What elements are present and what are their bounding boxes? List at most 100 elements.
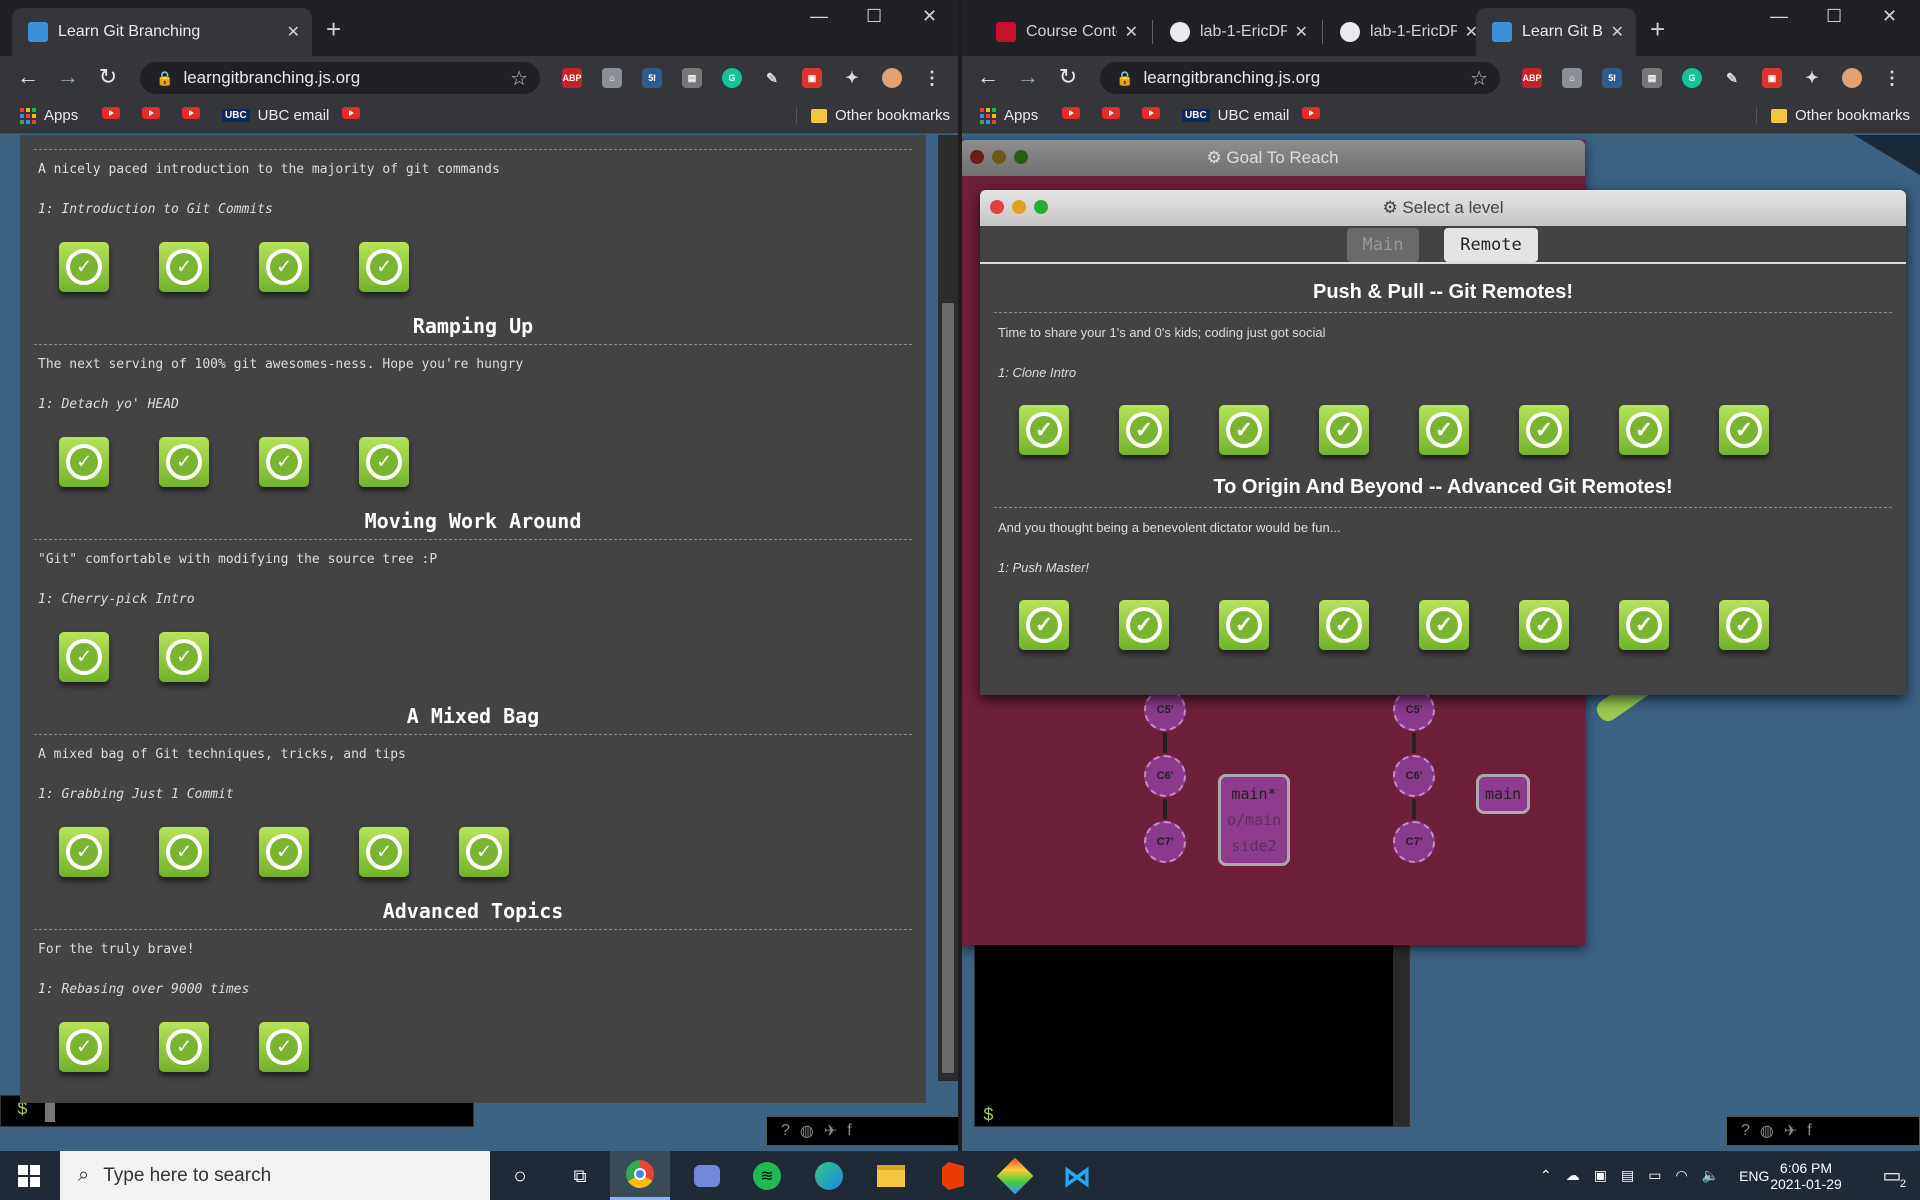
address-bar[interactable]: 🔒 learngitbranching.js.org ☆ [1100,62,1500,94]
level-button[interactable]: ✓ [459,827,509,877]
chrome-taskbar-icon[interactable] [610,1151,670,1200]
youtube-bookmark-icon[interactable] [342,107,360,119]
scrollbar[interactable] [938,135,958,1081]
level-button[interactable]: ✓ [359,437,409,487]
office-icon[interactable] [936,1159,970,1193]
extension-icon[interactable]: ▣ [802,68,822,88]
forward-arrow-icon[interactable]: → [54,64,82,90]
extension-icon[interactable]: 5I [642,68,662,88]
minimize-dot-icon[interactable] [1012,200,1026,214]
level-button[interactable]: ✓ [159,1022,209,1072]
level-button[interactable]: ✓ [1119,600,1169,650]
discord-icon[interactable] [690,1159,724,1193]
back-arrow-icon[interactable]: ← [14,64,42,90]
help-icon[interactable]: ? [1741,1122,1750,1140]
twitter-icon[interactable]: ✈ [824,1121,837,1141]
bookmark-apps[interactable]: Apps [20,107,78,124]
maximize-icon[interactable]: ☐ [866,6,882,27]
level-button[interactable]: ✓ [1319,405,1369,455]
level-button[interactable]: ✓ [1519,405,1569,455]
menu-kebab-icon[interactable]: ⋮ [1882,68,1902,88]
tab-remote[interactable]: Remote [1444,228,1538,262]
level-button[interactable]: ✓ [1319,600,1369,650]
extension-icon[interactable]: ⌂ [1562,68,1582,88]
wifi-icon[interactable]: ◠ [1675,1167,1687,1184]
select-level-titlebar[interactable]: ⚙ Select a level [980,190,1906,226]
minimize-icon[interactable]: — [810,6,828,27]
facebook-icon[interactable]: f [1807,1122,1811,1140]
close-window-icon[interactable]: ✕ [1882,6,1897,27]
level-button[interactable]: ✓ [159,827,209,877]
volume-icon[interactable]: 🔈 [1702,1167,1719,1184]
level-button[interactable]: ✓ [1219,600,1269,650]
edge-icon[interactable] [812,1159,846,1193]
twitter-icon[interactable]: ✈ [1784,1121,1797,1141]
menu-kebab-icon[interactable]: ⋮ [922,68,942,88]
close-tab-icon[interactable]: ✕ [1611,22,1624,42]
reload-icon[interactable]: ↻ [1054,64,1082,90]
level-button[interactable]: ✓ [159,242,209,292]
maximize-icon[interactable]: ☐ [1826,6,1842,27]
new-tab-button[interactable]: + [326,14,341,45]
bookmark-ubc-email[interactable]: UBC UBC email [1182,107,1289,124]
extension-icon[interactable]: ▣ [1762,68,1782,88]
facebook-icon[interactable]: f [847,1122,851,1140]
avatar[interactable] [882,68,902,88]
tab-learn-git-branching[interactable]: Learn Git Branching ✕ [12,8,312,56]
tab-learn-git-branching[interactable]: Learn Git Bra ✕ [1476,8,1636,56]
puzzle-icon[interactable]: ✦ [842,68,862,88]
level-button[interactable]: ✓ [1019,600,1069,650]
bookmark-star-icon[interactable]: ☆ [510,66,528,91]
youtube-bookmark-icon[interactable] [102,107,120,119]
puzzle-icon[interactable]: ✦ [1802,68,1822,88]
avatar[interactable] [1842,68,1862,88]
tab-github-lab1[interactable]: lab-1-EricDPa ✕ [1324,8,1490,56]
new-tab-button[interactable]: + [1650,14,1665,45]
level-button[interactable]: ✓ [59,827,109,877]
close-window-icon[interactable]: ✕ [922,6,937,27]
level-button[interactable]: ✓ [1619,600,1669,650]
taskbar-search-input[interactable]: ⌕ Type here to search [60,1151,490,1200]
tab-github-lab1[interactable]: lab-1-EricDPa ✕ [1154,8,1320,56]
level-button[interactable]: ✓ [1419,405,1469,455]
level-button[interactable]: ✓ [1519,600,1569,650]
vscode-icon[interactable]: ⋈ [1060,1159,1094,1193]
help-icon[interactable]: ? [781,1122,790,1140]
bookmark-apps[interactable]: Apps [980,107,1038,124]
tray-app-icon[interactable]: ▣ [1594,1167,1607,1184]
git-kraken-icon[interactable] [996,1157,1034,1195]
level-button[interactable]: ✓ [259,1022,309,1072]
scrollbar-thumb[interactable] [942,303,954,1073]
close-dot-icon[interactable] [990,200,1004,214]
tab-course-content[interactable]: Course Conte ✕ [980,8,1150,56]
close-tab-icon[interactable]: ✕ [1125,22,1138,42]
level-button[interactable]: ✓ [59,437,109,487]
reload-icon[interactable]: ↻ [94,64,122,90]
minimize-icon[interactable]: — [1770,6,1788,27]
youtube-bookmark-icon[interactable] [1102,107,1120,119]
level-button[interactable]: ✓ [59,1022,109,1072]
level-button[interactable]: ✓ [159,437,209,487]
level-button[interactable]: ✓ [259,827,309,877]
github-corner-icon[interactable] [1854,135,1920,175]
level-button[interactable]: ✓ [1719,600,1769,650]
clock[interactable]: 6:06 PM 2021-01-29 [1756,1151,1856,1200]
extension-icon[interactable]: ⌂ [602,68,622,88]
bookmark-star-icon[interactable]: ☆ [1470,66,1488,91]
bookmark-other[interactable]: Other bookmarks [796,107,950,124]
tab-main[interactable]: Main [1347,228,1419,262]
level-button[interactable]: ✓ [59,242,109,292]
forward-arrow-icon[interactable]: → [1014,64,1042,90]
close-tab-icon[interactable]: ✕ [287,22,300,42]
bookmark-other[interactable]: Other bookmarks [1756,107,1910,124]
tray-app-icon[interactable]: ▤ [1621,1167,1634,1184]
onedrive-icon[interactable]: ☁ [1566,1167,1580,1184]
level-button[interactable]: ✓ [59,632,109,682]
close-tab-icon[interactable]: ✕ [1295,22,1308,42]
cortana-icon[interactable]: ○ [503,1159,537,1193]
windows-start-icon[interactable] [12,1159,46,1193]
level-button[interactable]: ✓ [1119,405,1169,455]
level-button[interactable]: ✓ [1219,405,1269,455]
level-button[interactable]: ✓ [259,437,309,487]
level-button[interactable]: ✓ [159,632,209,682]
